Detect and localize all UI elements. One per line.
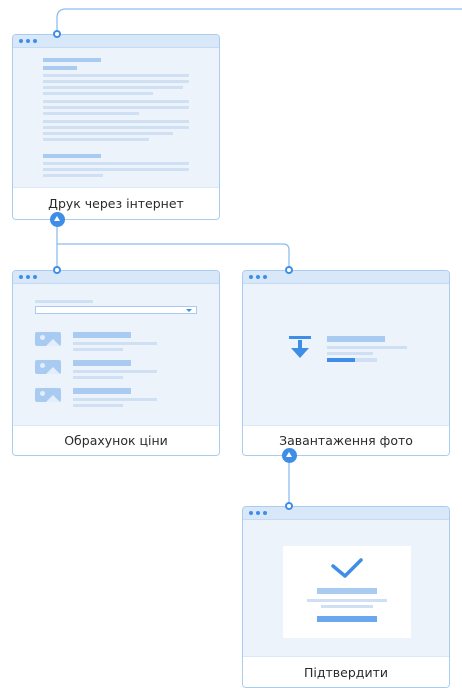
window-titlebar	[13, 271, 219, 284]
expand-toggle-icon[interactable]	[282, 448, 297, 463]
checkmark-icon	[331, 558, 363, 578]
dropdown-field	[35, 306, 197, 314]
connector-dot	[285, 266, 293, 274]
window-titlebar	[243, 271, 449, 284]
upload-progress-bar	[327, 358, 377, 362]
expand-toggle-icon[interactable]	[50, 212, 65, 227]
window-titlebar	[243, 507, 449, 520]
node-label: Друк через інтернет	[13, 187, 219, 219]
confirm-preview	[243, 520, 449, 657]
node-label: Завантаження фото	[243, 425, 449, 455]
connector-dot	[53, 30, 61, 38]
node-price-calc[interactable]: Обрахунок ціни	[12, 270, 220, 456]
connector-dot	[53, 266, 61, 274]
node-photo-upload[interactable]: Завантаження фото	[242, 270, 450, 456]
image-placeholder-icon	[35, 360, 61, 374]
chevron-down-icon	[186, 309, 192, 312]
node-label: Підтвердити	[243, 656, 449, 687]
price-form-preview	[13, 284, 219, 426]
upload-progress-fill	[327, 358, 355, 362]
node-confirm[interactable]: Підтвердити	[242, 506, 450, 688]
document-preview	[13, 48, 219, 188]
node-print-online[interactable]: Друк через інтернет	[12, 34, 220, 220]
node-label: Обрахунок ціни	[13, 425, 219, 455]
download-arrow-icon	[289, 336, 311, 358]
image-placeholder-icon	[35, 332, 61, 346]
window-titlebar	[13, 35, 219, 48]
confirmation-panel	[283, 546, 411, 638]
upload-preview	[243, 284, 449, 426]
image-placeholder-icon	[35, 388, 61, 402]
connector-dot	[285, 502, 293, 510]
